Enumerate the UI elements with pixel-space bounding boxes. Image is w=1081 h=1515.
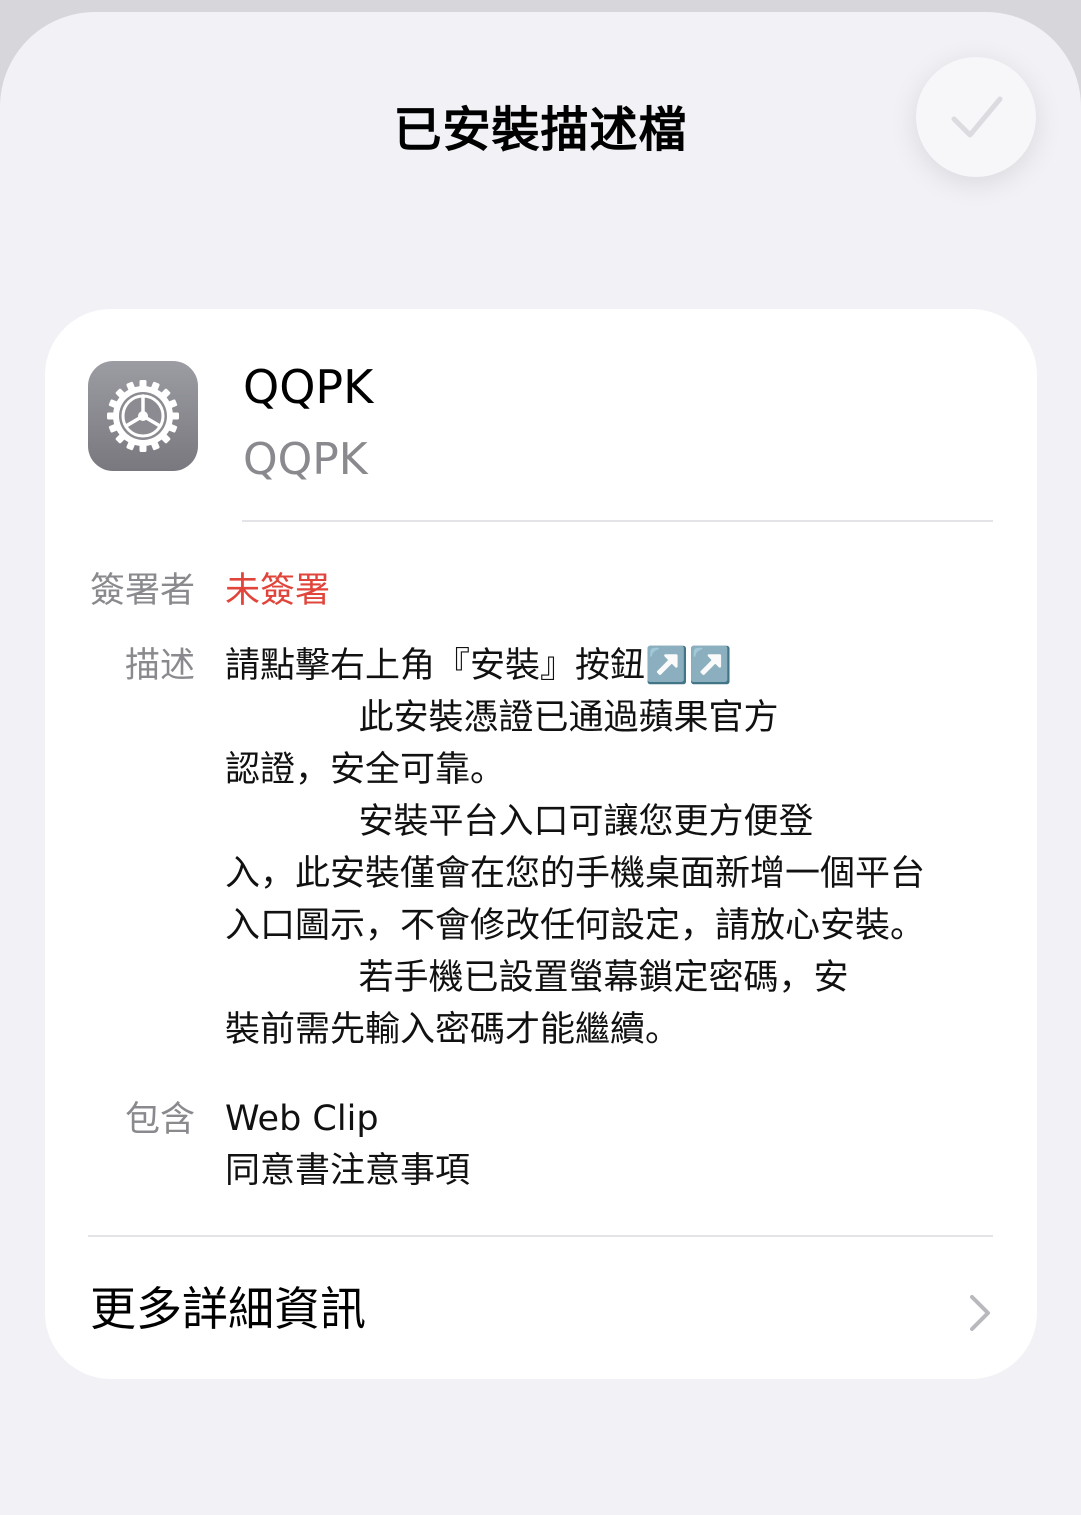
profile-organization: QQPK (243, 434, 368, 485)
contains-item-web-clip: Web Clip (225, 1099, 379, 1139)
signer-label: 簽署者 (89, 571, 195, 611)
description-value: 請點擊右上角『安裝』按鈕↗️↗️ 此安裝憑證已通過蘋果官方 認證，安全可靠。 安… (225, 646, 926, 1050)
chevron-right-icon (970, 1295, 990, 1331)
profile-sheet: 已安裝描述檔 QQPK QQPK 簽署者 未簽署 描述 請點擊右上角『安裝』按鈕… (0, 12, 1081, 1515)
settings-app-icon (88, 361, 198, 471)
more-details-row[interactable]: 更多詳細資訊 (45, 1239, 1037, 1379)
divider (88, 1235, 993, 1237)
profile-card: QQPK QQPK 簽署者 未簽署 描述 請點擊右上角『安裝』按鈕↗️↗️ 此安… (45, 309, 1037, 1379)
checkmark-icon (951, 96, 1003, 138)
settings-gear-icon (107, 380, 179, 452)
description-label: 描述 (124, 646, 195, 686)
divider (242, 520, 993, 522)
contains-label: 包含 (124, 1100, 195, 1140)
more-details-label: 更多詳細資訊 (90, 1282, 366, 1336)
contains-list: Web Clip 同意書注意事項 (225, 1093, 1000, 1197)
done-button[interactable] (916, 57, 1036, 177)
signer-value: 未簽署 (225, 571, 331, 611)
contains-item-consent: 同意書注意事項 (225, 1151, 471, 1191)
profile-name: QQPK (243, 360, 374, 414)
